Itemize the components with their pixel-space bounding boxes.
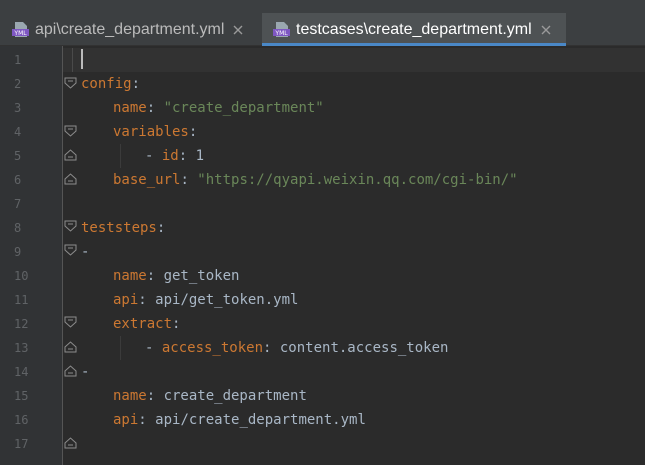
svg-text:YML: YML <box>274 30 288 37</box>
yaml-key: extract <box>113 316 173 332</box>
code-line-4: variables: <box>113 120 197 144</box>
code-area[interactable]: config: name: "create_department" variab… <box>63 46 645 465</box>
code-line-5: - id: 1 <box>145 144 204 168</box>
yaml-key: name <box>113 100 147 116</box>
yml-file-icon: YML <box>273 22 290 37</box>
yaml-key: teststeps <box>81 220 157 236</box>
tab-label: testcases\create_department.yml <box>296 20 532 38</box>
close-icon[interactable] <box>540 24 552 36</box>
yaml-colon: : <box>146 100 164 116</box>
code-line-9: - <box>81 240 89 264</box>
line-number: 10 <box>14 269 29 283</box>
line-number: 6 <box>14 173 22 187</box>
svg-text:YML: YML <box>13 30 27 37</box>
yaml-colon: : <box>131 76 141 92</box>
yaml-key: name <box>113 268 147 284</box>
yaml-colon: : <box>188 124 198 140</box>
yaml-key: api <box>113 292 139 308</box>
code-line-3: name: "create_department" <box>113 96 324 120</box>
code-line-2: config: <box>81 72 140 96</box>
yaml-dash: - <box>145 340 162 356</box>
close-icon[interactable] <box>232 24 244 36</box>
line-number: 17 <box>14 437 29 451</box>
code-line-6: base_url: "https://qyapi.weixin.qq.com/c… <box>113 168 518 192</box>
yaml-number-value: 1 <box>195 148 205 164</box>
line-number: 9 <box>14 245 22 259</box>
tab-testcases-create-department[interactable]: YML testcases\create_department.yml <box>262 13 566 46</box>
line-number: 7 <box>14 197 22 211</box>
code-line-15: name: create_department <box>113 384 307 408</box>
code-line-13: - access_token: content.access_token <box>145 336 448 360</box>
yaml-colon: : <box>138 292 156 308</box>
code-line-12: extract: <box>113 312 180 336</box>
line-number: 15 <box>14 389 29 403</box>
yaml-colon: : <box>156 220 166 236</box>
line-number: 1 <box>14 53 22 67</box>
yaml-dash: - <box>81 364 90 380</box>
yaml-colon: : <box>178 148 196 164</box>
tab-label: api\create_department.yml <box>35 20 225 38</box>
line-number: 13 <box>14 341 29 355</box>
line-number: 14 <box>14 365 29 379</box>
line-number: 4 <box>14 125 22 139</box>
yaml-colon: : <box>172 316 181 332</box>
line-number: 12 <box>14 317 29 331</box>
line-number: 5 <box>14 149 22 163</box>
yaml-key: access_token <box>161 340 264 356</box>
yaml-string-value: "https://qyapi.weixin.qq.com/cgi-bin/" <box>197 172 518 188</box>
code-line-11: api: api/get_token.yml <box>113 288 298 312</box>
yaml-value: api/create_department.yml <box>155 412 366 428</box>
yaml-key: config <box>81 76 132 92</box>
yaml-dash: - <box>145 148 162 164</box>
yaml-string-value: "create_department" <box>163 100 324 116</box>
yaml-key: base_url <box>113 172 181 188</box>
line-number: 16 <box>14 413 29 427</box>
line-number: 8 <box>14 221 22 235</box>
yaml-colon: : <box>146 268 164 284</box>
yaml-dash: - <box>81 244 90 260</box>
yaml-key: variables <box>113 124 189 140</box>
code-line-16: api: api/create_department.yml <box>113 408 366 432</box>
code-line-10: name: get_token <box>113 264 239 288</box>
editor-tab-bar: YML api\create_department.yml YML testca… <box>0 0 645 46</box>
line-number: 3 <box>14 101 22 115</box>
yaml-value: create_department <box>163 388 307 404</box>
yaml-key: id <box>161 148 179 164</box>
line-number: 11 <box>14 293 29 307</box>
yaml-colon: : <box>180 172 198 188</box>
yaml-colon: : <box>146 388 164 404</box>
code-line-14: - <box>81 360 89 384</box>
yaml-key: api <box>113 412 139 428</box>
yaml-colon: : <box>263 340 280 356</box>
tab-api-create-department[interactable]: YML api\create_department.yml <box>0 13 262 46</box>
yaml-value: api/get_token.yml <box>155 292 299 308</box>
yaml-value: get_token <box>163 268 240 284</box>
yml-file-icon: YML <box>12 22 29 37</box>
yaml-value: content.access_token <box>279 340 449 356</box>
yaml-colon: : <box>138 412 156 428</box>
line-number: 2 <box>14 77 22 91</box>
yaml-key: name <box>113 388 147 404</box>
code-editor-window: YML api\create_department.yml YML testca… <box>0 0 645 465</box>
code-line-8: teststeps: <box>81 216 165 240</box>
